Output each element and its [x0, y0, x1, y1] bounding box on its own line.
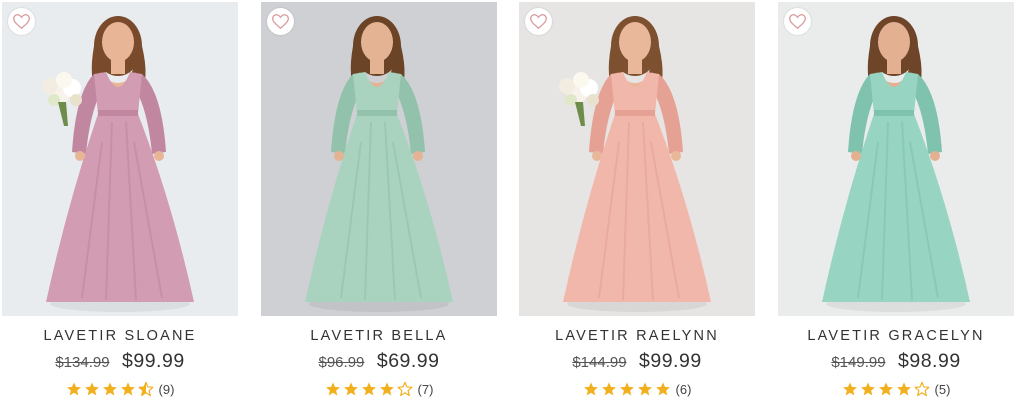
- product-rating[interactable]: (5): [778, 381, 1014, 397]
- dress-model-image: [2, 2, 238, 316]
- review-count[interactable]: (7): [418, 382, 434, 397]
- star-full-icon: [102, 382, 117, 396]
- product-prices: $134.99 $99.99: [2, 350, 238, 373]
- product-name[interactable]: LAVETIR BELLA: [261, 328, 497, 344]
- product-photo[interactable]: [261, 2, 497, 316]
- product-prices: $144.99 $99.99: [519, 350, 755, 373]
- sale-price: $99.99: [639, 350, 702, 372]
- product-photo[interactable]: [519, 2, 755, 316]
- product-card[interactable]: LAVETIR GRACELYN $149.99 $98.99 (5): [778, 2, 1014, 407]
- star-full-icon: [878, 382, 893, 396]
- star-empty-icon: [914, 381, 930, 397]
- star-rating: [66, 381, 154, 397]
- star-full-icon: [896, 382, 911, 396]
- star-rating: [583, 381, 671, 397]
- product-prices: $96.99 $69.99: [261, 350, 497, 373]
- product-card[interactable]: LAVETIR SLOANE $134.99 $99.99 (9): [2, 2, 238, 407]
- star-full-icon: [860, 382, 875, 396]
- heart-icon: [789, 14, 806, 29]
- star-full-icon: [120, 382, 135, 396]
- star-full-icon: [361, 382, 376, 396]
- review-count[interactable]: (6): [676, 382, 692, 397]
- dress-model-image: [519, 2, 755, 316]
- product-rating[interactable]: (6): [519, 381, 755, 397]
- favorite-button[interactable]: [784, 8, 811, 35]
- original-price: $144.99: [572, 354, 627, 371]
- star-half-icon: [138, 381, 154, 397]
- star-full-icon: [343, 382, 358, 396]
- star-rating: [325, 381, 413, 397]
- sale-price: $99.99: [122, 350, 185, 372]
- product-photo[interactable]: [778, 2, 1014, 316]
- review-count[interactable]: (5): [935, 382, 951, 397]
- product-prices: $149.99 $98.99: [778, 350, 1014, 373]
- star-full-icon: [325, 382, 340, 396]
- original-price: $96.99: [318, 354, 365, 371]
- product-name[interactable]: LAVETIR RAELYNN: [519, 328, 755, 344]
- star-full-icon: [842, 382, 857, 396]
- product-card[interactable]: LAVETIR BELLA $96.99 $69.99 (7): [261, 2, 497, 407]
- star-rating: [842, 381, 930, 397]
- original-price: $149.99: [831, 354, 886, 371]
- dress-model-image: [778, 2, 1014, 316]
- product-name[interactable]: LAVETIR SLOANE: [2, 328, 238, 344]
- heart-icon: [13, 14, 30, 29]
- dress-model-image: [261, 2, 497, 316]
- product-rating[interactable]: (9): [2, 381, 238, 397]
- product-rating[interactable]: (7): [261, 381, 497, 397]
- product-name[interactable]: LAVETIR GRACELYN: [778, 328, 1014, 344]
- star-empty-icon: [397, 381, 413, 397]
- sale-price: $98.99: [898, 350, 961, 372]
- review-count[interactable]: (9): [159, 382, 175, 397]
- star-full-icon: [379, 382, 394, 396]
- star-full-icon: [655, 382, 670, 396]
- heart-icon: [272, 14, 289, 29]
- original-price: $134.99: [55, 354, 110, 371]
- product-card[interactable]: LAVETIR RAELYNN $144.99 $99.99 (6): [519, 2, 755, 407]
- favorite-button[interactable]: [267, 8, 294, 35]
- star-full-icon: [66, 382, 81, 396]
- star-full-icon: [619, 382, 634, 396]
- product-grid: LAVETIR SLOANE $134.99 $99.99 (9) LAVETI…: [0, 0, 1017, 413]
- favorite-button[interactable]: [525, 8, 552, 35]
- product-photo[interactable]: [2, 2, 238, 316]
- star-full-icon: [601, 382, 616, 396]
- favorite-button[interactable]: [8, 8, 35, 35]
- star-full-icon: [583, 382, 598, 396]
- heart-icon: [530, 14, 547, 29]
- sale-price: $69.99: [376, 350, 440, 372]
- star-full-icon: [84, 382, 99, 396]
- star-full-icon: [637, 382, 652, 396]
